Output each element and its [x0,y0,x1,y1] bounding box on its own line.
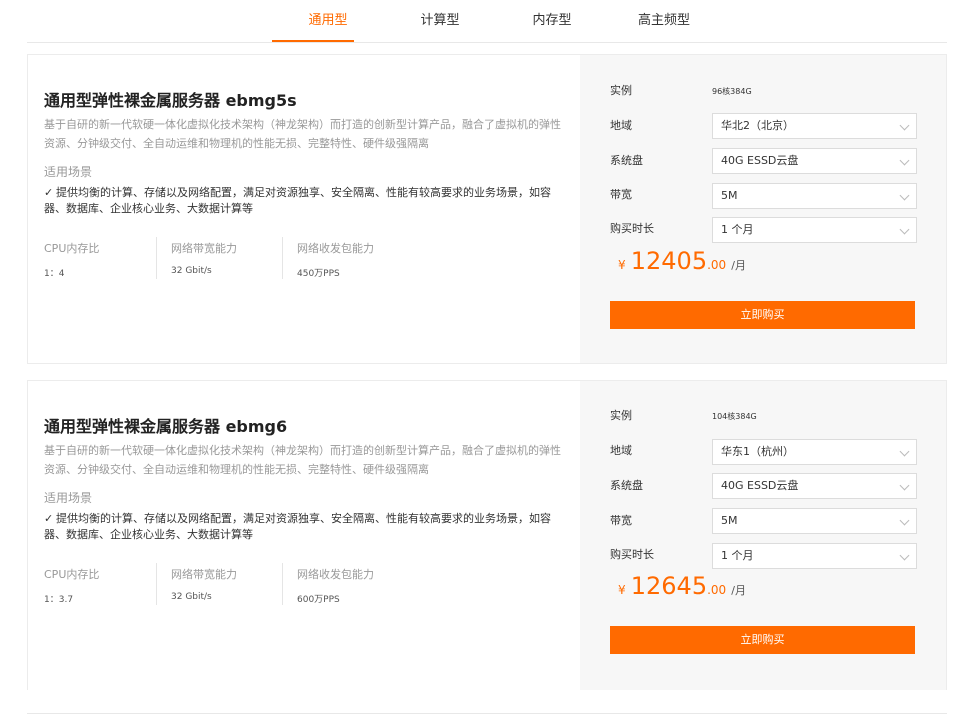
spec-value: 1：4 [44,269,65,279]
price-unit: /月 [731,584,746,597]
category-tabs: 通用型 计算型 内存型 高主频型 [272,0,720,42]
spec-list: CPU内存比 1：4 网络带宽能力 32 Gbit/s 网络收发包能力 450万… [44,237,402,279]
instance-value: 104核384G [712,412,757,421]
tab-memory[interactable]: 内存型 [496,0,608,42]
spec-label: 网络收发包能力 [297,568,374,581]
spec-label: CPU内存比 [44,568,100,581]
disk-value: 40G ESSD云盘 [721,479,799,492]
tab-compute[interactable]: 计算型 [384,0,496,42]
price-decimal: .00 [707,258,727,272]
instance-label: 实例 [610,84,632,97]
bandwidth-label: 带宽 [610,514,632,527]
duration-select[interactable]: 1 个月 [712,217,917,243]
buy-now-button[interactable]: 立即购买 [610,626,915,654]
purchase-panel: 实例 104核384G 地域 华东1（杭州） 系统盘 40G ESSD云盘 带宽… [580,381,946,690]
spec-label: 网络收发包能力 [297,242,374,255]
chevron-down-icon [899,120,910,131]
chevron-down-icon [899,190,910,201]
duration-label: 购买时长 [610,548,654,561]
chevron-down-icon [899,155,910,166]
region-select[interactable]: 华北2（北京） [712,113,917,139]
spec-cpu-memory-ratio: CPU内存比 1：3.7 [44,563,156,605]
bottom-divider [27,713,947,714]
price-decimal: .00 [707,583,727,597]
instance-value: 96核384G [712,87,752,96]
spec-pps: 网络收发包能力 600万PPS [282,563,402,605]
price-unit: /月 [731,259,746,272]
chevron-down-icon [899,550,910,561]
product-description: 基于自研的新一代软硬一体化虚拟化技术架构（神龙架构）而打造的创新型计算产品，融合… [44,444,561,476]
spec-value: 32 Gbit/s [171,592,212,602]
buy-now-button[interactable]: 立即购买 [610,301,915,329]
region-value: 华东1（杭州） [721,445,794,458]
chevron-down-icon [899,446,910,457]
bandwidth-select[interactable]: 5M [712,183,917,209]
disk-label: 系统盘 [610,479,643,492]
spec-value: 600万PPS [297,595,340,605]
bandwidth-select[interactable]: 5M [712,508,917,534]
product-card: 通用型弹性裸金属服务器 ebmg5s 基于自研的新一代软硬一体化虚拟化技术架构（… [27,54,947,364]
spec-value: 1：3.7 [44,595,74,605]
spec-label: CPU内存比 [44,242,100,255]
spec-bandwidth: 网络带宽能力 32 Gbit/s [156,237,282,279]
scene-label: 适用场景 [44,165,93,179]
disk-select[interactable]: 40G ESSD云盘 [712,148,917,174]
spec-pps: 网络收发包能力 450万PPS [282,237,402,279]
spec-label: 网络带宽能力 [171,568,237,581]
chevron-down-icon [899,224,910,235]
spec-bandwidth: 网络带宽能力 32 Gbit/s [156,563,282,605]
duration-value: 1 个月 [721,223,754,236]
spec-label: 网络带宽能力 [171,242,237,255]
check-icon: ✓ [44,186,54,199]
region-label: 地域 [610,444,632,457]
chevron-down-icon [899,480,910,491]
bandwidth-value: 5M [721,514,738,527]
tab-high-frequency[interactable]: 高主频型 [608,0,720,42]
purchase-panel: 实例 96核384G 地域 华北2（北京） 系统盘 40G ESSD云盘 带宽 … [580,55,946,363]
duration-label: 购买时长 [610,222,654,235]
product-title: 通用型弹性裸金属服务器 ebmg6 [44,417,288,436]
spec-value: 450万PPS [297,269,340,279]
scene-item: ✓ 提供均衡的计算、存储以及网络配置，满足对资源独享、安全隔离、性能有较高要求的业… [44,511,569,543]
product-info: 通用型弹性裸金属服务器 ebmg5s 基于自研的新一代软硬一体化虚拟化技术架构（… [28,55,580,363]
disk-label: 系统盘 [610,154,643,167]
currency-symbol: ¥ [618,258,626,272]
disk-value: 40G ESSD云盘 [721,154,799,167]
scene-text: 提供均衡的计算、存储以及网络配置，满足对资源独享、安全隔离、性能有较高要求的业务… [44,186,551,215]
region-select[interactable]: 华东1（杭州） [712,439,917,465]
spec-list: CPU内存比 1：3.7 网络带宽能力 32 Gbit/s 网络收发包能力 60… [44,563,402,605]
region-value: 华北2（北京） [721,119,794,132]
spec-value: 32 Gbit/s [171,266,212,276]
price: ¥ 12405.00 /月 [618,247,746,275]
product-card: 通用型弹性裸金属服务器 ebmg6 基于自研的新一代软硬一体化虚拟化技术架构（神… [27,380,947,690]
price-integer: 12405 [630,247,708,275]
duration-select[interactable]: 1 个月 [712,543,917,569]
scene-item: ✓ 提供均衡的计算、存储以及网络配置，满足对资源独享、安全隔离、性能有较高要求的业… [44,185,569,217]
bandwidth-value: 5M [721,189,738,202]
duration-value: 1 个月 [721,549,754,562]
product-description: 基于自研的新一代软硬一体化虚拟化技术架构（神龙架构）而打造的创新型计算产品，融合… [44,118,561,150]
disk-select[interactable]: 40G ESSD云盘 [712,473,917,499]
tab-general[interactable]: 通用型 [272,0,384,42]
chevron-down-icon [899,515,910,526]
instance-label: 实例 [610,409,632,422]
product-info: 通用型弹性裸金属服务器 ebmg6 基于自研的新一代软硬一体化虚拟化技术架构（神… [28,381,580,690]
spec-cpu-memory-ratio: CPU内存比 1：4 [44,237,156,279]
currency-symbol: ¥ [618,583,626,597]
product-title: 通用型弹性裸金属服务器 ebmg5s [44,91,297,110]
bandwidth-label: 带宽 [610,188,632,201]
price: ¥ 12645.00 /月 [618,572,746,600]
scene-text: 提供均衡的计算、存储以及网络配置，满足对资源独享、安全隔离、性能有较高要求的业务… [44,512,551,541]
scene-label: 适用场景 [44,491,93,505]
check-icon: ✓ [44,512,54,525]
region-label: 地域 [610,119,632,132]
tabs-divider [27,42,947,43]
price-integer: 12645 [630,572,708,600]
